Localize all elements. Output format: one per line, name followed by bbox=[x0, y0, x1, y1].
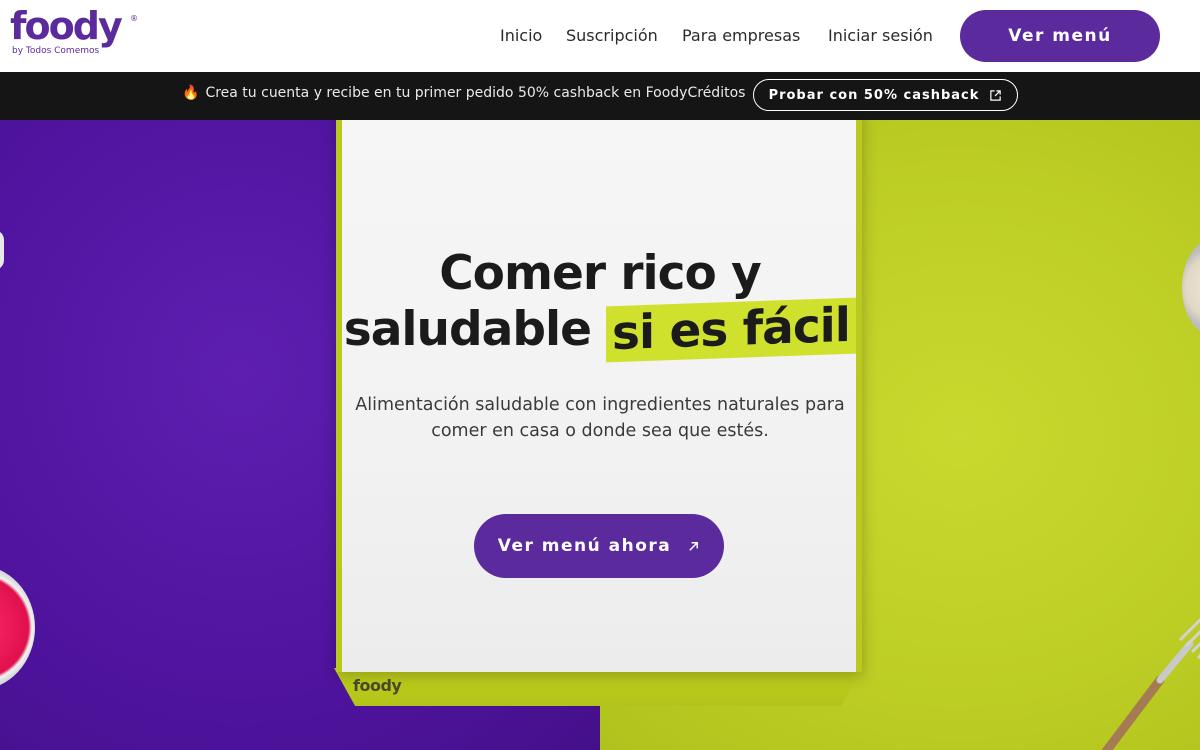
card-box-base bbox=[334, 668, 862, 706]
ver-menu-button[interactable]: Ver menú bbox=[960, 10, 1160, 62]
headline-line-1: Comer rico y bbox=[439, 246, 762, 301]
headline-highlight: si es fácil bbox=[606, 297, 857, 363]
foody-logo[interactable]: foody ® by Todos Comemos bbox=[10, 4, 140, 60]
cta-label: Ver menú ahora bbox=[497, 536, 672, 556]
promo-message: 🔥 Crea tu cuenta y recibe en tu primer pe… bbox=[182, 85, 745, 101]
ver-menu-ahora-button[interactable]: Ver menú ahora bbox=[474, 514, 724, 578]
hero-headline: Comer rico y saludable si es fácil bbox=[340, 246, 860, 363]
headline-line-2: saludable si es fácil bbox=[340, 297, 860, 363]
nav-para-empresas[interactable]: Para empresas bbox=[682, 26, 800, 45]
arrow-up-right-icon bbox=[689, 541, 699, 551]
hero-section: foody Comer rico y saludable si es fácil… bbox=[0, 120, 1200, 750]
registered-mark: ® bbox=[130, 14, 138, 23]
nav-inicio[interactable]: Inicio bbox=[500, 26, 542, 45]
fire-icon: 🔥 bbox=[182, 85, 200, 101]
site-header: foody ® by Todos Comemos Inicio Suscripc… bbox=[0, 0, 1200, 72]
promo-text: Crea tu cuenta y recibe en tu primer ped… bbox=[205, 85, 746, 101]
nav-iniciar-sesion[interactable]: Iniciar sesión bbox=[828, 26, 933, 45]
nav-suscripcion[interactable]: Suscripción bbox=[566, 26, 658, 45]
external-link-icon bbox=[990, 89, 1002, 101]
probar-cashback-button[interactable]: Probar con 50% cashback bbox=[753, 79, 1018, 111]
fork-image bbox=[1101, 617, 1200, 750]
box-logo: foody bbox=[353, 676, 402, 695]
headline-plain: saludable bbox=[343, 302, 592, 357]
logo-wordmark: foody bbox=[10, 4, 123, 48]
promo-button-label: Probar con 50% cashback bbox=[768, 87, 980, 103]
promo-bar: 🔥 Crea tu cuenta y recibe en tu primer pe… bbox=[0, 72, 1200, 120]
hero-subtext: Alimentación saludable con ingredientes … bbox=[355, 395, 845, 441]
